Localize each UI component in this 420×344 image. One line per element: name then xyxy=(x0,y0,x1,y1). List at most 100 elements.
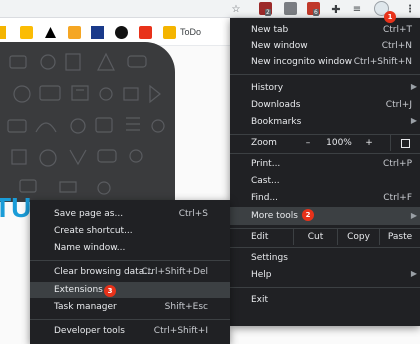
menu-item-label: Cast... xyxy=(251,176,280,186)
paste-button[interactable]: Paste xyxy=(379,229,420,245)
menu-item-label: Downloads xyxy=(251,100,301,110)
bookmark-icon[interactable] xyxy=(91,26,104,39)
todo-bookmark-icon[interactable] xyxy=(163,26,176,39)
fullscreen-icon xyxy=(401,138,410,148)
zoom-value: 100% xyxy=(326,138,352,148)
menu-item-settings[interactable]: Settings xyxy=(230,250,420,266)
submenu-divider xyxy=(30,260,230,261)
chevron-right-icon: ▶ xyxy=(410,269,417,278)
menu-item-shortcut: Ctrl+N xyxy=(381,41,412,51)
menu-item-label: New incognito window xyxy=(251,57,353,67)
menu-item-downloads[interactable]: Downloads Ctrl+J xyxy=(230,97,420,113)
submenu-item-label: Create shortcut... xyxy=(54,226,133,236)
submenu-item-shortcut: Ctrl+S xyxy=(178,209,208,219)
menu-item-label: Print... xyxy=(251,159,281,169)
menu-item-find[interactable]: Find... Ctrl+F xyxy=(230,190,420,206)
submenu-item-shortcut: Ctrl+Shift+Del xyxy=(141,267,208,277)
chrome-main-menu: New tab Ctrl+T New window Ctrl+N New inc… xyxy=(230,18,420,326)
extension-badge-count: 2 xyxy=(265,9,271,16)
extension-icon[interactable]: 6 xyxy=(307,2,320,16)
zoom-in-label: + xyxy=(365,138,373,148)
edit-label: Edit xyxy=(251,232,269,242)
step-marker-1: 1 xyxy=(384,11,396,23)
submenu-item-developer-tools[interactable]: Developer tools Ctrl+Shift+I xyxy=(30,323,230,339)
submenu-item-label: Extensions xyxy=(54,285,103,295)
submenu-item-label: Task manager xyxy=(54,302,117,312)
menu-item-label: Bookmarks xyxy=(251,117,302,127)
browser-toolbar: ☆ 2 6 ✚ ≡ ⋮ xyxy=(0,0,420,18)
menu-item-bookmarks[interactable]: Bookmarks ▶ xyxy=(230,114,420,130)
menu-item-new-tab[interactable]: New tab Ctrl+T xyxy=(230,22,420,38)
bookmark-icon[interactable] xyxy=(68,26,81,39)
submenu-divider xyxy=(30,319,230,320)
hero-heading: TU xyxy=(0,192,32,223)
bookmark-icon[interactable] xyxy=(0,26,6,39)
menu-item-zoom: Zoom – 100% + xyxy=(230,135,420,151)
menu-item-cast[interactable]: Cast... xyxy=(230,173,420,189)
menu-item-shortcut: Ctrl+F xyxy=(383,193,412,203)
cut-button[interactable]: Cut xyxy=(293,229,337,245)
zoom-level: 100% xyxy=(323,135,355,151)
fullscreen-button[interactable] xyxy=(390,135,420,151)
menu-item-label: Exit xyxy=(251,295,269,305)
submenu-item-label: Developer tools xyxy=(54,326,125,336)
step-marker-2: 2 xyxy=(302,209,314,221)
submenu-item-label: Clear browsing data... xyxy=(54,267,153,277)
submenu-item-shortcut: Shift+Esc xyxy=(164,302,208,312)
paste-label: Paste xyxy=(387,232,413,242)
menu-item-more-tools[interactable]: More tools ▶ xyxy=(230,207,420,225)
zoom-out-label: – xyxy=(305,138,311,148)
bookmark-icon[interactable] xyxy=(44,26,57,39)
media-queue-icon[interactable]: ≡ xyxy=(350,2,364,16)
chevron-right-icon: ▶ xyxy=(410,211,417,220)
submenu-item-save-page-as[interactable]: Save page as... Ctrl+S xyxy=(30,206,230,222)
menu-item-label: Help xyxy=(251,270,272,280)
copy-button[interactable]: Copy xyxy=(337,229,379,245)
menu-item-label: Settings xyxy=(251,253,288,263)
menu-item-shortcut: Ctrl+T xyxy=(382,25,412,35)
submenu-item-label: Name window... xyxy=(54,243,126,253)
zoom-label: Zoom xyxy=(251,138,277,148)
todo-bookmark-label[interactable]: ToDo xyxy=(180,27,201,37)
puzzle-icon[interactable]: ✚ xyxy=(329,2,343,16)
bookmark-icon[interactable] xyxy=(115,26,128,39)
menu-item-edit: Edit Cut Copy Paste xyxy=(230,229,420,245)
menu-item-new-window[interactable]: New window Ctrl+N xyxy=(230,38,420,54)
menu-item-history[interactable]: History ▶ xyxy=(230,80,420,96)
submenu-item-clear-browsing-data[interactable]: Clear browsing data... Ctrl+Shift+Del xyxy=(30,264,230,280)
menu-item-shortcut: Ctrl+Shift+N xyxy=(353,57,412,67)
chevron-right-icon: ▶ xyxy=(410,82,417,91)
menu-item-print[interactable]: Print... Ctrl+P xyxy=(230,156,420,172)
menu-divider xyxy=(230,153,420,154)
menu-item-help[interactable]: Help ▶ xyxy=(230,267,420,283)
menu-item-label: Find... xyxy=(251,193,279,203)
extension-badge-icon[interactable]: 2 xyxy=(259,2,272,16)
bookmark-icon[interactable] xyxy=(20,26,33,39)
submenu-item-create-shortcut[interactable]: Create shortcut... xyxy=(30,223,230,239)
zoom-in-button[interactable]: + xyxy=(355,135,383,151)
hero-pattern xyxy=(0,42,175,202)
menu-item-exit[interactable]: Exit xyxy=(230,292,420,308)
submenu-item-extensions[interactable]: Extensions xyxy=(30,282,230,298)
extension-badge-count: 6 xyxy=(313,9,319,16)
menu-item-label: History xyxy=(251,83,284,93)
menu-item-label: More tools xyxy=(251,211,298,221)
submenu-item-task-manager[interactable]: Task manager Shift+Esc xyxy=(30,299,230,315)
menu-item-label: New window xyxy=(251,41,308,51)
menu-divider xyxy=(230,74,420,75)
menu-item-new-incognito-window[interactable]: New incognito window Ctrl+Shift+N xyxy=(230,54,420,70)
star-icon[interactable]: ☆ xyxy=(229,2,243,16)
zoom-out-button[interactable]: – xyxy=(293,135,323,151)
step-marker-3: 3 xyxy=(104,285,116,297)
extension-icon[interactable] xyxy=(284,2,297,15)
submenu-item-shortcut: Ctrl+Shift+I xyxy=(153,326,208,336)
chevron-right-icon: ▶ xyxy=(410,116,417,125)
more-tools-submenu: Save page as... Ctrl+S Create shortcut..… xyxy=(30,200,230,344)
menu-item-label: New tab xyxy=(251,25,289,35)
menu-item-shortcut: Ctrl+P xyxy=(383,159,412,169)
more-vert-icon[interactable]: ⋮ xyxy=(403,2,417,16)
submenu-item-name-window[interactable]: Name window... xyxy=(30,240,230,256)
submenu-item-label: Save page as... xyxy=(54,209,124,219)
menu-divider xyxy=(230,287,420,288)
bookmark-icon[interactable] xyxy=(139,26,152,39)
